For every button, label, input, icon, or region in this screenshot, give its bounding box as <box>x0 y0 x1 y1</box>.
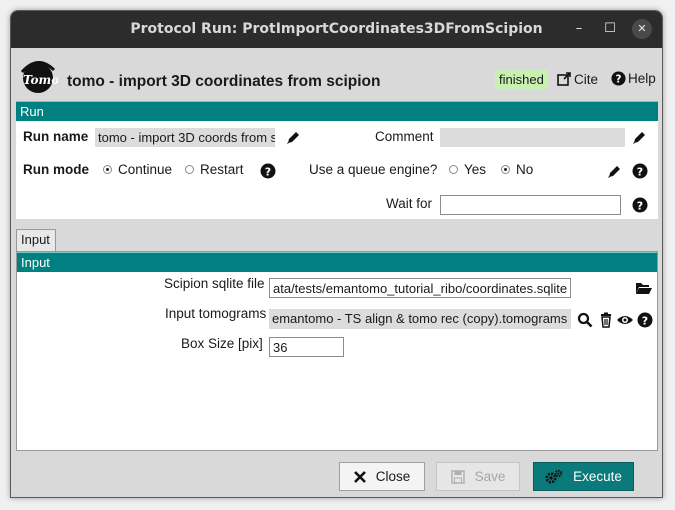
gears-icon <box>545 469 563 484</box>
svg-text:?: ? <box>642 315 648 328</box>
close-button[interactable]: Close <box>339 462 425 491</box>
yes-label: Yes <box>464 162 487 177</box>
queue-yes-radio[interactable]: Yes <box>449 162 486 177</box>
comment-label: Comment <box>375 129 434 144</box>
comment-input[interactable] <box>440 128 625 147</box>
run-section-title: Run <box>16 101 658 121</box>
trash-icon[interactable] <box>598 312 614 328</box>
input-tomograms-label: Input tomograms <box>165 306 267 321</box>
help-label: Help <box>628 71 656 86</box>
save-icon <box>450 469 465 484</box>
tomo-logo: Tomo <box>20 61 58 93</box>
wait-for-label: Wait for <box>386 196 433 211</box>
svg-text:?: ? <box>265 166 271 179</box>
queue-no-radio[interactable]: No <box>501 162 533 177</box>
close-window-button[interactable]: ✕ <box>632 19 652 39</box>
wait-for-input[interactable] <box>440 195 621 215</box>
help-link[interactable]: ? Help <box>611 71 656 86</box>
run-name-label: Run name <box>23 129 89 144</box>
svg-text:?: ? <box>637 166 643 179</box>
input-panel: Input Scipion sqlite file ata/tests/eman… <box>16 251 658 451</box>
execute-button[interactable]: Execute <box>533 462 634 491</box>
run-panel: Run Run name tomo - import 3D coords fro… <box>16 101 658 219</box>
svg-text:?: ? <box>616 74 622 86</box>
wait-for-help-icon[interactable]: ? <box>632 197 648 213</box>
external-link-icon <box>557 72 571 86</box>
radio-selected-icon <box>501 165 510 174</box>
run-mode-help-icon[interactable]: ? <box>260 163 276 179</box>
radio-unselected-icon <box>449 165 458 174</box>
run-name-input[interactable]: tomo - import 3D coords from s <box>95 128 275 147</box>
restart-label: Restart <box>200 162 244 177</box>
cite-link[interactable]: Cite <box>556 71 598 87</box>
input-section-title: Input <box>17 252 657 272</box>
cite-label: Cite <box>574 71 599 87</box>
help-icon: ? <box>611 71 626 86</box>
radio-unselected-icon <box>185 165 194 174</box>
edit-run-name-icon[interactable] <box>285 130 301 146</box>
status-badge: finished <box>495 70 548 89</box>
sqlite-file-label: Scipion sqlite file <box>164 276 265 291</box>
minimize-button[interactable]: – <box>569 19 589 39</box>
search-icon[interactable] <box>577 312 593 328</box>
queue-label: Use a queue engine? <box>309 162 438 177</box>
radio-selected-icon <box>103 165 112 174</box>
protocol-title: tomo - import 3D coordinates from scipio… <box>67 73 381 90</box>
save-button-label: Save <box>474 469 506 484</box>
tab-input[interactable]: Input <box>16 229 56 251</box>
svg-text:Tomo: Tomo <box>23 73 58 87</box>
tomograms-help-icon[interactable]: ? <box>637 312 653 328</box>
close-button-label: Close <box>375 469 411 484</box>
edit-queue-icon[interactable] <box>606 164 622 180</box>
sqlite-file-input[interactable]: ata/tests/emantomo_tutorial_ribo/coordin… <box>269 278 571 298</box>
execute-button-label: Execute <box>573 469 622 484</box>
box-size-input[interactable]: 36 <box>269 337 344 357</box>
input-tomograms-input[interactable]: emantomo - TS align & tomo rec (copy).to… <box>269 309 571 329</box>
window-title: Protocol Run: ProtImportCoordinates3DFro… <box>130 21 543 37</box>
eye-icon[interactable] <box>616 312 634 328</box>
protocol-window: Protocol Run: ProtImportCoordinates3DFro… <box>10 10 663 498</box>
run-mode-label: Run mode <box>23 162 89 177</box>
no-label: No <box>516 162 534 177</box>
title-bar: Protocol Run: ProtImportCoordinates3DFro… <box>11 11 662 48</box>
save-button[interactable]: Save <box>436 462 520 491</box>
run-mode-restart-radio[interactable]: Restart <box>185 162 244 177</box>
maximize-button[interactable]: ☐ <box>600 19 620 39</box>
continue-label: Continue <box>118 162 173 177</box>
queue-help-icon[interactable]: ? <box>632 163 648 179</box>
close-icon <box>353 470 366 483</box>
folder-open-icon[interactable] <box>635 280 653 296</box>
box-size-label: Box Size [pix] <box>181 336 263 351</box>
svg-text:?: ? <box>637 200 643 213</box>
edit-comment-icon[interactable] <box>631 130 647 146</box>
run-mode-continue-radio[interactable]: Continue <box>103 162 172 177</box>
